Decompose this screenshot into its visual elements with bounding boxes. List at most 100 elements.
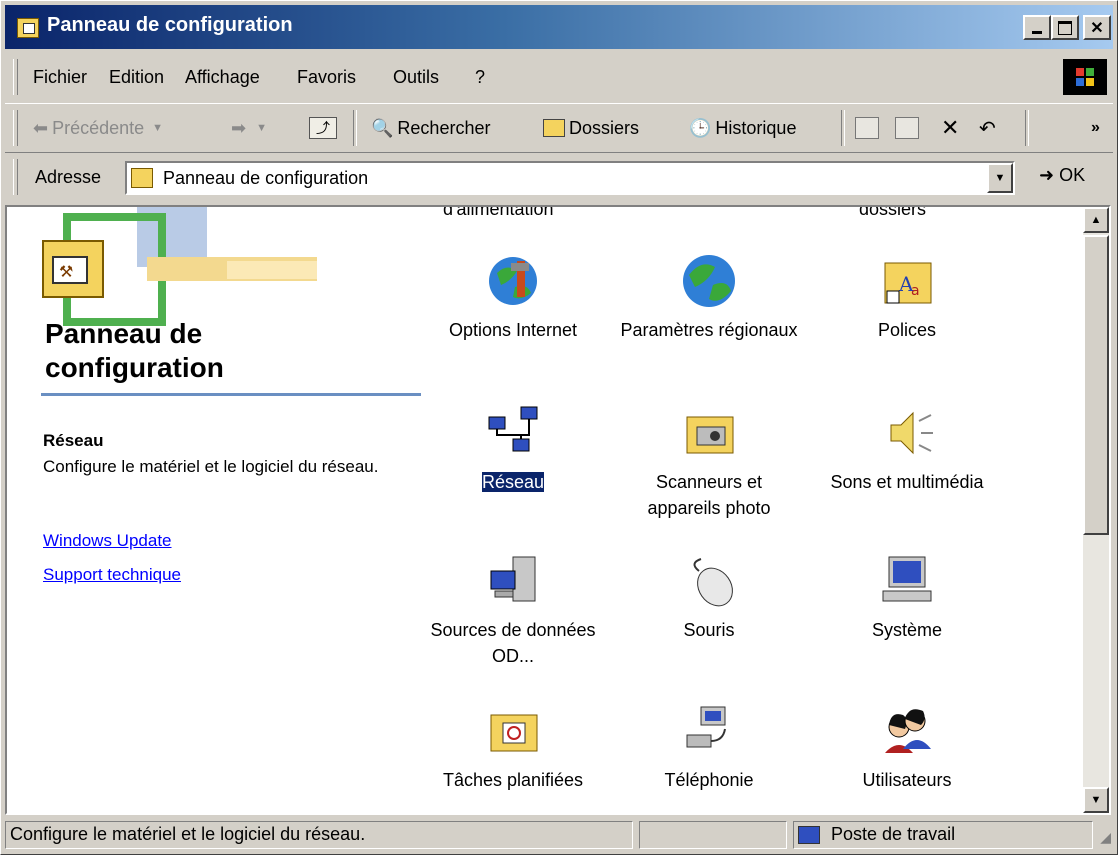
- item-parametres-regionaux[interactable]: Paramètres régionaux: [619, 251, 799, 343]
- menu-favoris[interactable]: Favoris: [297, 67, 356, 88]
- windows-update-link[interactable]: Windows Update: [43, 531, 172, 551]
- explorer-window: Panneau de configuration ✕ Fichier Editi…: [0, 0, 1118, 855]
- history-button[interactable]: 🕒 Historique: [689, 114, 796, 142]
- item-options-internet[interactable]: Options Internet: [423, 251, 603, 343]
- addressbar-grip[interactable]: [13, 159, 18, 195]
- menu-outils[interactable]: Outils: [393, 67, 439, 88]
- item-scanneurs[interactable]: Scanneurs et appareils photo: [619, 403, 799, 521]
- go-label: OK: [1059, 165, 1086, 185]
- address-dropdown-icon[interactable]: ▼: [987, 163, 1013, 193]
- status-empty-panel: [639, 821, 787, 849]
- users-icon: [885, 709, 931, 753]
- up-folder-icon: ⤴: [309, 117, 337, 139]
- status-message: Configure le matériel et le logiciel du …: [5, 821, 633, 849]
- copy-to-icon: [895, 117, 919, 139]
- back-arrow-icon: ⬅: [33, 117, 49, 138]
- scroll-thumb[interactable]: [1083, 235, 1109, 535]
- toolbar-separator: [841, 110, 845, 146]
- toolbar-overflow-chevron[interactable]: »: [1091, 114, 1100, 142]
- item-label: Souris: [683, 620, 735, 640]
- cut-label-alimentation: d'alimentation: [443, 205, 554, 219]
- item-label: Paramètres régionaux: [620, 320, 798, 340]
- scanner-camera-folder-icon: [686, 416, 734, 454]
- cut-label-dossiers: dossiers: [859, 205, 927, 219]
- folders-label: Dossiers: [569, 117, 640, 138]
- item-label: Polices: [877, 320, 937, 340]
- scroll-up-icon[interactable]: ▲: [1083, 207, 1109, 233]
- forward-button[interactable]: ➡ ▼: [231, 114, 267, 142]
- item-label-selected: Réseau: [480, 471, 546, 493]
- address-field[interactable]: Panneau de configuration ▼: [125, 161, 1015, 195]
- speaker-icon: [890, 411, 933, 455]
- internet-options-icon: [489, 257, 537, 305]
- support-link[interactable]: Support technique: [43, 565, 181, 585]
- delete-button[interactable]: ✕: [941, 114, 959, 142]
- item-polices[interactable]: Aa Polices: [817, 251, 997, 343]
- undo-icon: ↶: [979, 117, 996, 140]
- regional-settings-globe-icon: [683, 255, 735, 307]
- go-arrow-icon: ➜: [1039, 165, 1055, 185]
- forward-arrow-icon: ➡: [231, 117, 247, 138]
- pane-divider: [41, 393, 421, 396]
- minimize-button[interactable]: [1023, 15, 1051, 40]
- system-computer-icon: [882, 556, 932, 602]
- item-systeme[interactable]: Système: [817, 551, 997, 643]
- menu-edition[interactable]: Edition: [109, 67, 164, 88]
- control-panel-icon: [17, 18, 39, 38]
- item-label: Scanneurs et appareils photo: [647, 472, 771, 518]
- copy-to-button[interactable]: [895, 114, 919, 142]
- menubar-grip[interactable]: [13, 59, 18, 95]
- toolbar-grip[interactable]: [13, 110, 18, 146]
- item-label: Sources de données OD...: [430, 620, 596, 666]
- network-computers-icon: [488, 406, 538, 452]
- history-label: Historique: [715, 117, 797, 138]
- telephony-icon: [686, 706, 726, 748]
- window-title: Panneau de configuration: [47, 14, 293, 36]
- menu-affichage[interactable]: Affichage: [185, 67, 260, 88]
- maximize-button[interactable]: [1051, 15, 1079, 40]
- back-label: Précédente: [52, 117, 145, 138]
- item-sources-donnees[interactable]: Sources de données OD...: [423, 551, 603, 669]
- fonts-folder-icon: Aa: [884, 262, 932, 304]
- resize-grip-icon[interactable]: ◢: [1100, 829, 1111, 846]
- item-reseau[interactable]: Réseau: [423, 403, 603, 495]
- vertical-scrollbar[interactable]: ▲ ▼: [1083, 207, 1109, 813]
- item-taches-planifiees[interactable]: Tâches planifiées: [423, 701, 603, 793]
- toolbar-separator: [1025, 110, 1029, 146]
- folders-button[interactable]: Dossiers: [543, 114, 639, 142]
- my-computer-icon: [798, 826, 820, 845]
- item-souris[interactable]: Souris: [619, 551, 799, 643]
- title-bar[interactable]: Panneau de configuration ✕: [5, 5, 1113, 49]
- back-dropdown-icon[interactable]: ▼: [152, 122, 163, 134]
- undo-button[interactable]: ↶: [979, 114, 996, 142]
- move-to-button[interactable]: [855, 114, 879, 142]
- forward-dropdown-icon[interactable]: ▼: [256, 122, 267, 134]
- selected-item-name: Réseau: [43, 431, 104, 450]
- item-label: Téléphonie: [664, 770, 754, 790]
- scroll-down-icon[interactable]: ▼: [1083, 787, 1109, 813]
- menu-fichier[interactable]: Fichier: [33, 67, 87, 88]
- standard-toolbar: ⬅ Précédente ▼ ➡ ▼ ⤴ 🔍 Rechercher Dossie…: [5, 103, 1113, 153]
- content-area: ⚒ Panneau de configuration Réseau Config…: [5, 205, 1111, 815]
- item-telephonie[interactable]: Téléphonie: [619, 701, 799, 793]
- item-utilisateurs[interactable]: Utilisateurs: [817, 701, 997, 793]
- go-button[interactable]: ➜ OK: [1039, 165, 1085, 186]
- search-button[interactable]: 🔍 Rechercher: [371, 114, 490, 142]
- address-value: Panneau de configuration: [163, 168, 369, 188]
- svg-text:⚒: ⚒: [59, 262, 73, 281]
- close-button[interactable]: ✕: [1083, 15, 1111, 40]
- search-icon: 🔍: [371, 117, 394, 138]
- scheduled-tasks-folder-icon: [490, 714, 538, 752]
- item-label: Système: [871, 620, 943, 640]
- item-label: Utilisateurs: [862, 770, 952, 790]
- search-label: Rechercher: [397, 117, 491, 138]
- item-sons[interactable]: Sons et multimédia: [817, 403, 997, 495]
- up-folder-button[interactable]: ⤴: [309, 114, 337, 142]
- menu-help[interactable]: ?: [475, 67, 485, 88]
- back-button[interactable]: ⬅ Précédente ▼: [33, 114, 163, 142]
- address-label: Adresse: [35, 167, 102, 187]
- move-to-icon: [855, 117, 879, 139]
- history-icon: 🕒: [689, 117, 712, 138]
- status-zone: Poste de travail: [793, 821, 1093, 849]
- delete-icon: ✕: [941, 115, 960, 140]
